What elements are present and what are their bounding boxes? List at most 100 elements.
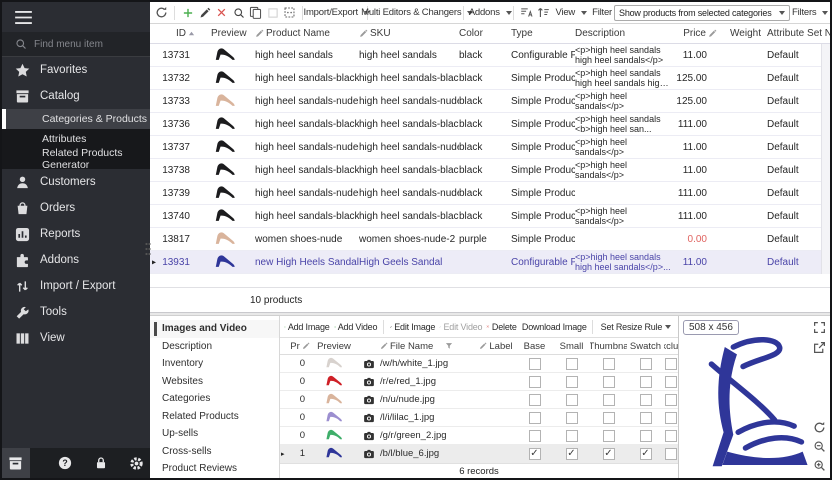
exclude-checkbox[interactable] [665, 376, 677, 388]
column-header-exclude[interactable]: Exclude [664, 341, 678, 352]
column-header-thumbnail[interactable]: Thumbna [590, 341, 627, 352]
toolbar-overflow-caret[interactable] [665, 325, 671, 329]
image-row[interactable]: 1 /b/l/blue_6.jpg ✓ ✓ ✓ [280, 445, 678, 463]
product-row[interactable]: 13736 high heel sandals-black-36 high he… [150, 113, 830, 136]
addons-dropdown[interactable]: Addons [469, 4, 508, 22]
exclude-checkbox[interactable] [665, 448, 677, 460]
detail-tab[interactable]: Categories [150, 390, 279, 408]
preview-button[interactable] [231, 4, 246, 22]
swatch-checkbox[interactable]: ✓ [640, 448, 652, 460]
detail-tab[interactable]: Websites [150, 373, 279, 391]
exclude-checkbox[interactable] [665, 412, 677, 424]
sidebar-item-import-export[interactable]: Import / Export [2, 273, 150, 299]
detail-tab[interactable]: Cross-sells [150, 443, 279, 461]
column-header-id[interactable]: ID [161, 28, 197, 39]
base-checkbox[interactable] [529, 376, 541, 388]
column-header-description[interactable]: Description [575, 28, 675, 39]
column-header-preview[interactable]: Preview [197, 28, 255, 39]
add-video-button[interactable]: Add Video [333, 318, 379, 336]
view-dropdown[interactable]: View [553, 4, 586, 22]
sidebar-item-catalog[interactable]: Catalog [2, 83, 150, 109]
settings-button[interactable] [123, 448, 151, 478]
refresh-button[interactable] [154, 4, 169, 22]
column-header-weight[interactable]: Weight [721, 28, 761, 39]
sidebar-item-related-products-generator[interactable]: Related Products Generator [2, 149, 150, 169]
detail-tab[interactable]: Description [150, 338, 279, 356]
zoom-out-icon[interactable] [813, 440, 826, 453]
image-row[interactable]: 0 /g/r/green_2.jpg [280, 427, 678, 445]
zoom-in-icon[interactable] [813, 459, 826, 472]
column-header-color[interactable]: Color [459, 28, 511, 39]
detail-tab[interactable]: Related Products [150, 408, 279, 426]
image-row[interactable]: 0 /w/h/white_1.jpg [280, 355, 678, 373]
swatch-checkbox[interactable] [640, 394, 652, 406]
edit-image-button[interactable]: Edit Image [389, 318, 436, 336]
open-external-icon[interactable] [813, 341, 826, 354]
multi-editors-dropdown[interactable]: Multi Editors & Changers [373, 4, 458, 22]
sort-order-button[interactable] [536, 4, 551, 22]
column-header-product-name[interactable]: Product Name [255, 28, 359, 39]
edit-product-button[interactable] [197, 4, 212, 22]
image-row[interactable]: 0 /l/i/lilac_1.jpg [280, 409, 678, 427]
filters-dropdown[interactable]: Filters [792, 4, 827, 22]
column-header-preview[interactable]: Preview [310, 341, 358, 352]
menu-search-input[interactable]: Find menu item [2, 32, 150, 57]
small-checkbox[interactable] [566, 412, 578, 424]
sidebar-item-orders[interactable]: Orders [2, 195, 150, 221]
detail-tab[interactable]: Up-sells [150, 425, 279, 443]
delete-product-button[interactable] [214, 4, 229, 22]
set-resize-rule-button[interactable]: Set Resize Rule [598, 318, 663, 336]
swatch-checkbox[interactable] [640, 430, 652, 442]
sort-az-button[interactable] [519, 4, 534, 22]
detail-tab[interactable]: Images and Video [150, 320, 279, 338]
product-row[interactable]: 13931 new High Heels Sandals High Geels … [150, 251, 830, 274]
product-row[interactable]: 13732 high heel sandals-black high heel … [150, 67, 830, 90]
delete-image-button[interactable]: Delete [485, 318, 517, 336]
menu-toggle-button[interactable] [2, 2, 150, 32]
product-row[interactable]: 13740 high heel sandals-black-38 high he… [150, 205, 830, 228]
sidebar-item-customers[interactable]: Customers [2, 169, 150, 195]
column-header-type[interactable]: Type [511, 28, 575, 39]
download-image-button[interactable]: Download Image [520, 318, 587, 336]
column-header-base[interactable]: Base [516, 341, 553, 352]
product-row[interactable]: 13733 high heel sandals-nude high heel s… [150, 90, 830, 113]
product-row[interactable]: 13738 high heel sandals-black-37 high he… [150, 159, 830, 182]
image-row[interactable]: 0 /r/e/red_1.jpg [280, 373, 678, 391]
product-row[interactable]: 13817 women shoes-nude women shoes-nude-… [150, 228, 830, 251]
detail-tab[interactable]: Product Reviews [150, 460, 279, 478]
thumbnail-checkbox[interactable] [603, 376, 615, 388]
sidebar-item-favorites[interactable]: Favorites [2, 57, 150, 83]
paste-special-button[interactable] [282, 4, 297, 22]
base-checkbox[interactable] [529, 430, 541, 442]
detail-tab[interactable]: Inventory [150, 355, 279, 373]
small-checkbox[interactable] [566, 376, 578, 388]
sidebar-item-view[interactable]: View [2, 325, 150, 351]
category-filter-select[interactable]: Show products from selected categories [614, 5, 789, 21]
column-header-price[interactable]: Price [675, 28, 721, 39]
thumbnail-checkbox[interactable] [603, 430, 615, 442]
sidebar-item-categories-products[interactable]: Categories & Products [2, 109, 150, 129]
sidebar-item-addons[interactable]: Addons [2, 247, 150, 273]
exclude-checkbox[interactable] [665, 358, 677, 370]
fullscreen-icon[interactable] [813, 321, 826, 334]
help-button[interactable] [52, 448, 80, 478]
product-row[interactable]: 13731 high heel sandals high heel sandal… [150, 44, 830, 67]
swatch-checkbox[interactable] [640, 358, 652, 370]
small-checkbox[interactable] [566, 394, 578, 406]
base-checkbox[interactable] [529, 358, 541, 370]
column-header-sku[interactable]: SKU [359, 28, 459, 39]
thumbnail-checkbox[interactable]: ✓ [603, 448, 615, 460]
swatch-checkbox[interactable] [640, 376, 652, 388]
base-checkbox[interactable] [529, 394, 541, 406]
base-checkbox[interactable] [529, 412, 541, 424]
swatch-checkbox[interactable] [640, 412, 652, 424]
checkbox-tool-button[interactable] [265, 4, 280, 22]
thumbnail-checkbox[interactable] [603, 358, 615, 370]
panel-splitter-grip[interactable] [145, 240, 151, 258]
import-export-dropdown[interactable]: Import/Export [308, 4, 362, 22]
grid-vertical-scrollbar[interactable] [821, 44, 830, 274]
copy-button[interactable] [248, 4, 263, 22]
column-header-file-name[interactable]: File Name [380, 341, 476, 352]
lock-button[interactable] [87, 448, 115, 478]
rotate-icon[interactable] [813, 421, 826, 434]
